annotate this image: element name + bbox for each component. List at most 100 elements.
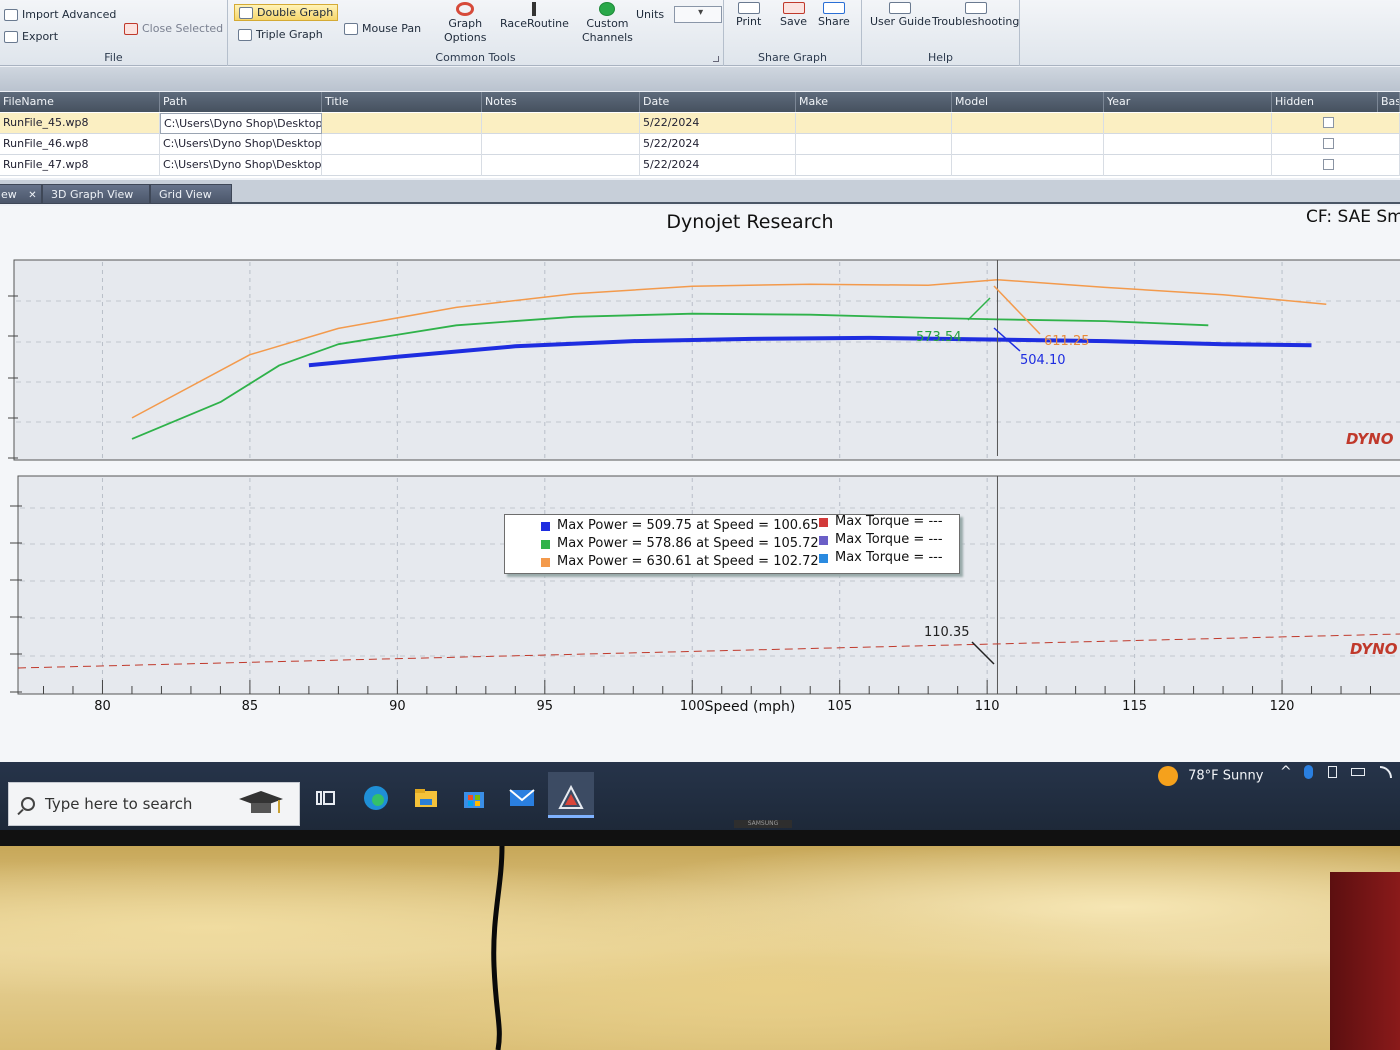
tab-graph-view[interactable]: ew ✕ [0, 184, 42, 204]
chevron-up-icon[interactable]: ^ [1280, 764, 1292, 780]
table-row[interactable]: RunFile_46.wp8 C:\Users\Dyno Shop\Deskto… [0, 134, 1400, 155]
x-tick-label: 95 [537, 699, 554, 714]
cursor-value-bottom: 110.35 [924, 625, 970, 640]
grid-header: FileName Path Title Notes Date Make Mode… [0, 92, 1400, 112]
graph-options-label-1: Graph [448, 17, 483, 30]
ribbon-group-common-tools: Double Graph Triple Graph Mouse Pan Grap… [228, 0, 724, 66]
task-view-icon[interactable] [312, 784, 340, 812]
double-graph-icon [239, 6, 253, 19]
user-guide-button[interactable]: User Guide [870, 2, 931, 28]
legend-text: Max Power = 630.61 at Speed = 102.72 [557, 554, 819, 569]
custom-channels-button[interactable]: Custom Channels [582, 2, 633, 44]
column-header-date[interactable]: Date [640, 92, 796, 112]
cell-title [322, 134, 482, 155]
hidden-checkbox[interactable] [1323, 138, 1334, 149]
cell-filename: RunFile_46.wp8 [0, 134, 160, 155]
lower-plot-area[interactable] [17, 475, 1400, 695]
custom-channels-label-2: Channels [582, 31, 633, 44]
column-header-path[interactable]: Path [160, 92, 322, 112]
hidden-checkbox[interactable] [1323, 159, 1334, 170]
triple-graph-button[interactable]: Triple Graph [238, 28, 323, 41]
monitor-bezel [0, 830, 1400, 846]
run-file-grid: FileName Path Title Notes Date Make Mode… [0, 92, 1400, 178]
legend-swatch-purple [819, 535, 828, 545]
column-header-notes[interactable]: Notes [482, 92, 640, 112]
legend-power-column: Max Power = 509.75 at Speed = 100.65 Max… [541, 517, 819, 571]
legend-entry-green: Max Power = 578.86 at Speed = 105.72 [541, 535, 819, 553]
close-icon[interactable]: ✕ [28, 190, 36, 201]
dynojet-app-icon[interactable] [557, 784, 585, 812]
chart-title: Dynojet Research [666, 211, 833, 233]
wifi-icon[interactable] [1379, 766, 1392, 778]
column-header-model[interactable]: Model [952, 92, 1104, 112]
ribbon-divider-strip [0, 67, 1400, 91]
units-dropdown[interactable] [674, 6, 723, 23]
taskbar-search-box[interactable]: Type here to search [8, 782, 300, 826]
double-graph-button[interactable]: Double Graph [234, 4, 339, 21]
share-label: Share [818, 15, 850, 28]
custom-channels-label-1: Custom [586, 17, 629, 30]
bluetooth-icon[interactable] [1304, 765, 1314, 779]
dialog-launcher-icon[interactable] [713, 56, 719, 62]
close-selected-label: Close Selected [142, 22, 224, 35]
usb-icon[interactable] [1327, 766, 1337, 778]
race-routine-icon [532, 2, 537, 16]
legend-text: Max Power = 578.86 at Speed = 105.72 [557, 536, 819, 551]
close-selected-icon [124, 22, 138, 35]
legend-entry-orange: Max Power = 630.61 at Speed = 102.72 [541, 553, 819, 571]
graph-options-button[interactable]: Graph Options [444, 2, 486, 44]
import-advanced-button[interactable]: Import Advanced [4, 8, 116, 21]
race-routine-button[interactable]: RaceRoutine [500, 2, 569, 30]
column-header-base[interactable]: Base [1378, 92, 1400, 112]
tab-grid-view[interactable]: Grid View [150, 184, 232, 204]
legend-text: Max Torque = --- [835, 532, 943, 547]
edge-browser-icon[interactable] [362, 784, 390, 812]
column-header-year[interactable]: Year [1104, 92, 1272, 112]
upper-plot-area[interactable] [13, 259, 1400, 461]
user-guide-label: User Guide [870, 15, 931, 28]
save-label: Save [780, 15, 808, 28]
weather-widget[interactable]: 78°F Sunny [1158, 766, 1263, 786]
microsoft-store-icon[interactable] [460, 784, 488, 812]
column-header-title[interactable]: Title [322, 92, 482, 112]
share-button[interactable]: Share [818, 2, 850, 28]
print-button[interactable]: Print [736, 2, 761, 28]
table-row[interactable]: RunFile_45.wp8 C:\Users\Dyno Shop\Deskto… [0, 113, 1400, 134]
legend-swatch-lightblue [819, 553, 828, 563]
legend-swatch-orange [541, 557, 550, 567]
cursor-value-orange: 611.25 [1044, 334, 1090, 349]
tab-3d-graph-view[interactable]: 3D Graph View [42, 184, 150, 204]
column-header-make[interactable]: Make [796, 92, 952, 112]
close-selected-button[interactable]: Close Selected [124, 22, 223, 35]
max-values-legend[interactable]: Max Power = 509.75 at Speed = 100.65 Max… [504, 514, 960, 574]
file-explorer-icon[interactable] [412, 784, 440, 812]
column-header-filename[interactable]: FileName [0, 92, 160, 112]
monitor-brand-logo: SAMSUNG [734, 820, 792, 828]
table-row[interactable]: RunFile_47.wp8 C:\Users\Dyno Shop\Deskto… [0, 155, 1400, 176]
column-header-hidden[interactable]: Hidden [1272, 92, 1378, 112]
save-icon [782, 2, 805, 14]
monitor-screen: Import Advanced Export Close Selected Fi… [0, 0, 1400, 832]
custom-channels-icon [599, 2, 616, 16]
save-button[interactable]: Save [780, 2, 807, 28]
hidden-checkbox[interactable] [1323, 117, 1334, 128]
mouse-pan-button[interactable]: Mouse Pan [344, 22, 421, 35]
common-tools-group-label: Common Tools [435, 51, 516, 64]
cell-title [322, 113, 482, 134]
export-label: Export [22, 30, 59, 43]
cell-model [952, 134, 1104, 155]
legend-entry-torque-red: Max Torque = --- [819, 513, 943, 531]
troubleshooting-button[interactable]: Troubleshooting [932, 2, 1019, 28]
dynojet-logo-lower: DYNO [1350, 640, 1398, 658]
search-icon [21, 797, 35, 811]
tab-graph-view-label: ew [1, 188, 17, 201]
cell-path[interactable]: C:\Users\Dyno Shop\Desktop... [160, 113, 322, 134]
legend-torque-column: Max Torque = --- Max Torque = --- Max To… [819, 513, 943, 567]
export-button[interactable]: Export [4, 30, 58, 43]
ribbon-group-help: User Guide Troubleshooting Help [862, 0, 1020, 66]
cell-date: 5/22/2024 [640, 155, 796, 176]
battery-icon[interactable] [1351, 768, 1366, 776]
units-control: Units [636, 6, 723, 23]
x-tick-label: 90 [389, 699, 406, 714]
mail-icon[interactable] [508, 784, 536, 812]
